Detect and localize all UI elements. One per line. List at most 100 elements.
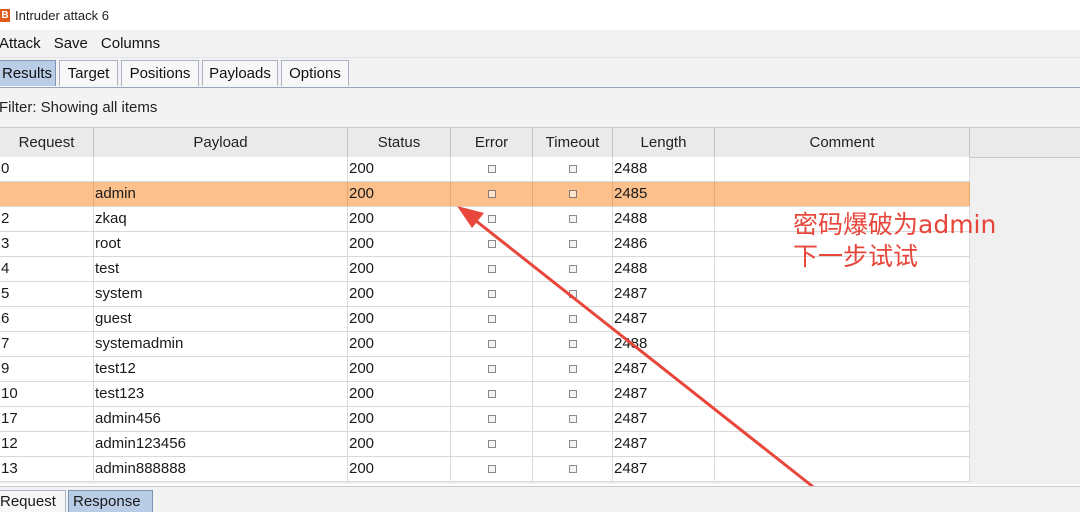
- cell-timeout: [533, 282, 613, 306]
- cell-status: 200: [348, 157, 451, 181]
- table-row[interactable]: 10 test123 200 2487: [0, 382, 970, 407]
- annotation-line-1: 密码爆破为admin: [793, 210, 997, 239]
- tab-results[interactable]: Results: [0, 60, 56, 86]
- cell-status: 200: [348, 357, 451, 381]
- tab-response[interactable]: Response: [68, 490, 153, 512]
- cell-request: 9: [0, 357, 94, 381]
- cell-payload: admin123456: [94, 432, 348, 456]
- col-payload[interactable]: Payload: [94, 128, 348, 157]
- filter-text: Filter: Showing all items: [0, 99, 158, 116]
- cell-error: [451, 432, 533, 456]
- cell-timeout: [533, 357, 613, 381]
- cell-status: 200: [348, 307, 451, 331]
- cell-request: 13: [0, 457, 94, 481]
- timeout-checkbox: [569, 215, 577, 223]
- tab-options[interactable]: Options: [281, 60, 349, 86]
- col-comment[interactable]: Comment: [715, 128, 970, 157]
- cell-status: 200: [348, 282, 451, 306]
- cell-error: [451, 232, 533, 256]
- cell-error: [451, 257, 533, 281]
- menu-bar: Attack Save Columns: [0, 30, 1080, 58]
- results-table: Request Payload Status Error Timeout Len…: [0, 128, 1080, 484]
- col-length[interactable]: Length: [613, 128, 715, 157]
- cell-length: 2488: [613, 207, 715, 231]
- cell-payload: system: [94, 282, 348, 306]
- col-error[interactable]: Error: [451, 128, 533, 157]
- cell-error: [451, 182, 533, 206]
- cell-payload: [94, 157, 348, 181]
- cell-comment: [715, 382, 970, 406]
- cell-timeout: [533, 207, 613, 231]
- cell-request: 4: [0, 257, 94, 281]
- cell-request: 6: [0, 307, 94, 331]
- table-row[interactable]: 17 admin456 200 2487: [0, 407, 970, 432]
- cell-length: 2487: [613, 382, 715, 406]
- table-row[interactable]: 13 admin888888 200 2487: [0, 457, 970, 482]
- cell-length: 2487: [613, 307, 715, 331]
- table-row[interactable]: admin 200 2485: [0, 182, 970, 207]
- error-checkbox: [488, 290, 496, 298]
- timeout-checkbox: [569, 340, 577, 348]
- table-row[interactable]: 6 guest 200 2487: [0, 307, 970, 332]
- cell-length: 2487: [613, 432, 715, 456]
- error-checkbox: [488, 165, 496, 173]
- cell-status: 200: [348, 457, 451, 481]
- cell-error: [451, 332, 533, 356]
- cell-payload: root: [94, 232, 348, 256]
- cell-length: 2487: [613, 282, 715, 306]
- timeout-checkbox: [569, 415, 577, 423]
- cell-request: 5: [0, 282, 94, 306]
- error-checkbox: [488, 365, 496, 373]
- cell-request: 3: [0, 232, 94, 256]
- table-row[interactable]: 5 system 200 2487: [0, 282, 970, 307]
- cell-request: 2: [0, 207, 94, 231]
- timeout-checkbox: [569, 390, 577, 398]
- filter-bar[interactable]: Filter: Showing all items: [0, 88, 1080, 128]
- cell-comment: [715, 407, 970, 431]
- tab-payloads[interactable]: Payloads: [202, 60, 278, 86]
- table-row[interactable]: 0 200 2488: [0, 157, 970, 182]
- cell-timeout: [533, 232, 613, 256]
- cell-status: 200: [348, 207, 451, 231]
- burp-app-icon: B: [0, 8, 10, 22]
- cell-payload: admin456: [94, 407, 348, 431]
- cell-request: [0, 182, 94, 206]
- menu-save[interactable]: Save: [53, 35, 89, 52]
- cell-payload: admin888888: [94, 457, 348, 481]
- tab-request[interactable]: Request: [0, 490, 66, 512]
- col-timeout[interactable]: Timeout: [533, 128, 613, 157]
- cell-error: [451, 207, 533, 231]
- cell-timeout: [533, 182, 613, 206]
- cell-status: 200: [348, 232, 451, 256]
- cell-comment: [715, 457, 970, 481]
- menu-attack[interactable]: Attack: [0, 35, 42, 52]
- cell-request: 17: [0, 407, 94, 431]
- cell-timeout: [533, 157, 613, 181]
- tab-target[interactable]: Target: [59, 60, 118, 86]
- table-row[interactable]: 12 admin123456 200 2487: [0, 432, 970, 457]
- cell-status: 200: [348, 257, 451, 281]
- cell-error: [451, 307, 533, 331]
- table-row[interactable]: 7 systemadmin 200 2488: [0, 332, 970, 357]
- col-status[interactable]: Status: [348, 128, 451, 157]
- window-title: Intruder attack 6: [15, 7, 109, 23]
- annotation-text: 密码爆破为admin 下一步试试: [793, 209, 996, 273]
- table-header: Request Payload Status Error Timeout Len…: [0, 128, 970, 158]
- cell-timeout: [533, 407, 613, 431]
- timeout-checkbox: [569, 240, 577, 248]
- cell-comment: [715, 332, 970, 356]
- tab-positions[interactable]: Positions: [121, 60, 199, 86]
- cell-length: 2488: [613, 332, 715, 356]
- cell-payload: admin: [94, 182, 348, 206]
- cell-payload: test12: [94, 357, 348, 381]
- cell-payload: guest: [94, 307, 348, 331]
- cell-status: 200: [348, 182, 451, 206]
- cell-payload: zkaq: [94, 207, 348, 231]
- cell-timeout: [533, 457, 613, 481]
- cell-timeout: [533, 432, 613, 456]
- col-request[interactable]: Request: [0, 128, 94, 157]
- table-row[interactable]: 9 test12 200 2487: [0, 357, 970, 382]
- menu-columns[interactable]: Columns: [100, 35, 161, 52]
- cell-payload: systemadmin: [94, 332, 348, 356]
- timeout-checkbox: [569, 290, 577, 298]
